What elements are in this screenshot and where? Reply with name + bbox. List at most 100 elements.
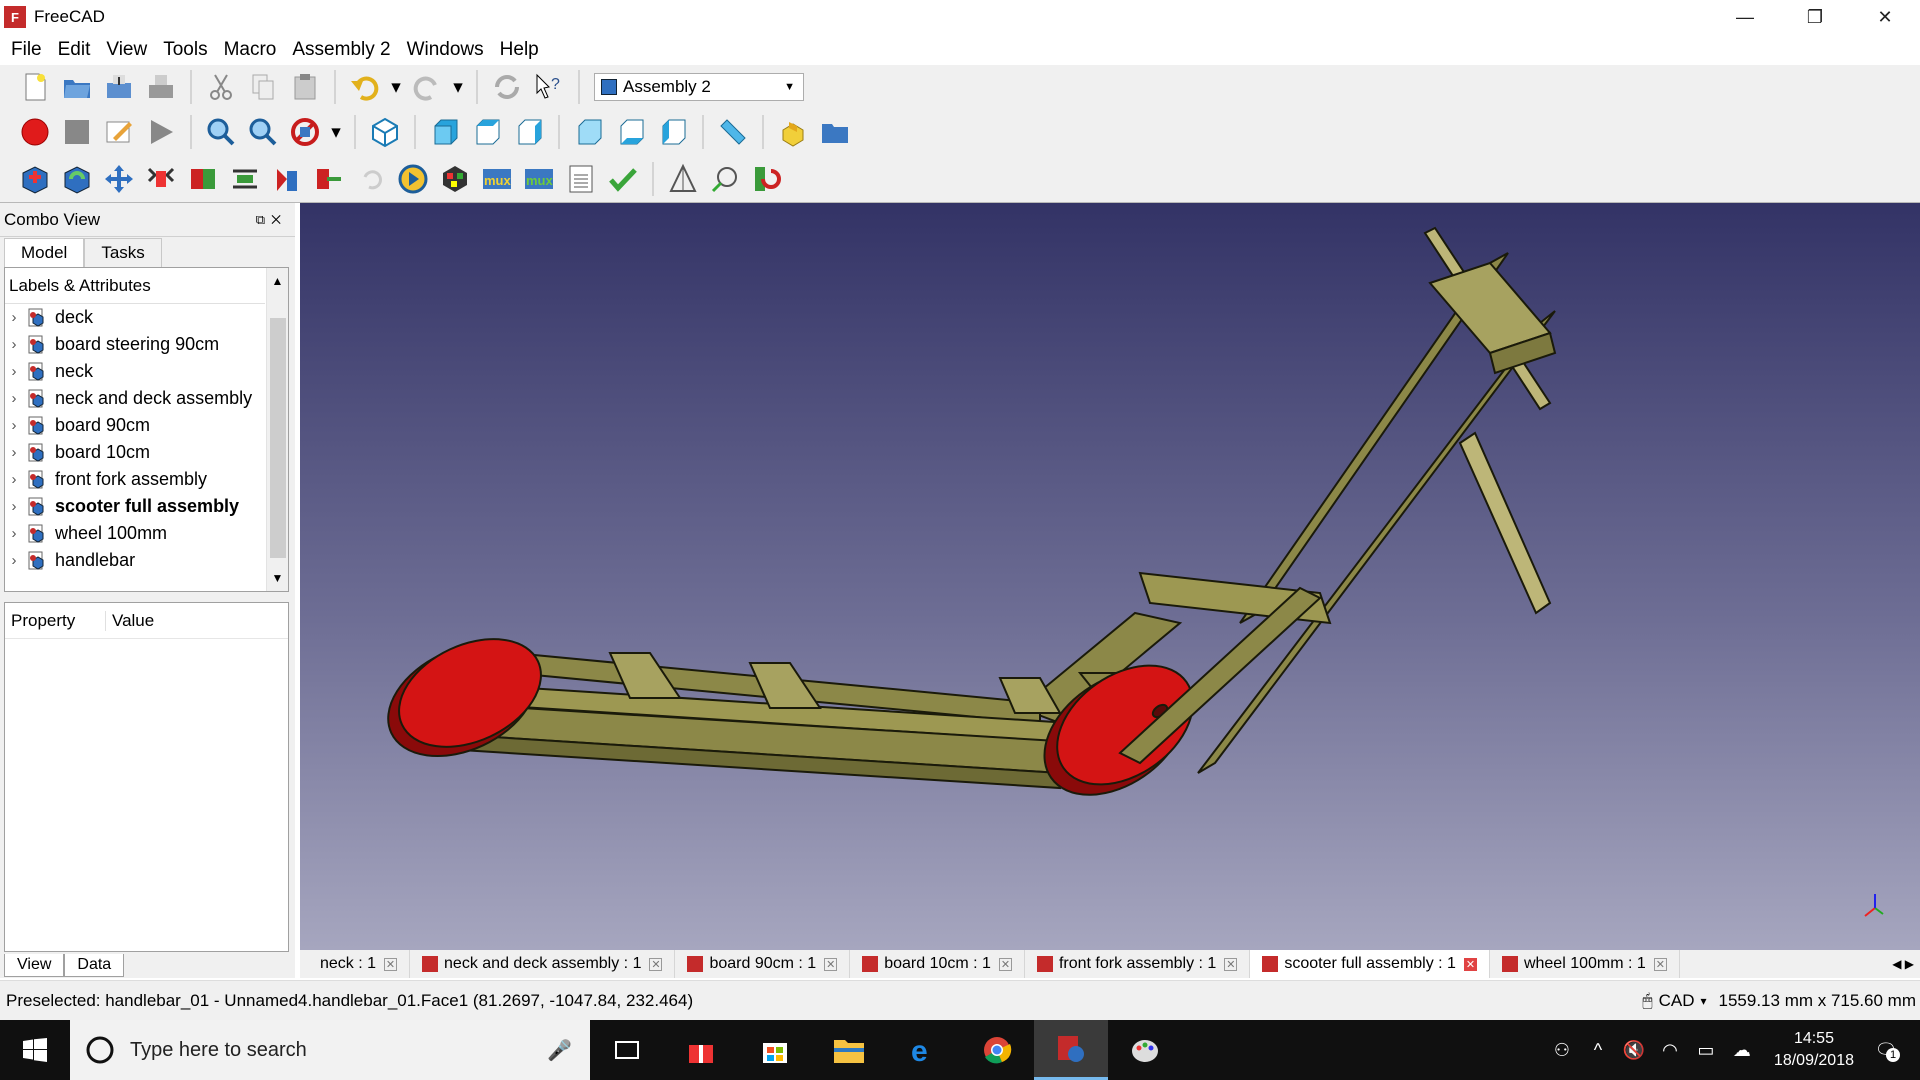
view-isometric-icon[interactable]	[367, 114, 403, 150]
save-as-icon[interactable]	[143, 69, 179, 105]
chevron-right-icon[interactable]: ›	[7, 498, 21, 515]
navigation-style[interactable]: CAD	[1659, 991, 1695, 1011]
tree-item[interactable]: › board 10cm	[5, 439, 288, 466]
close-tab-icon[interactable]: ✕	[649, 957, 663, 971]
document-tab[interactable]: board 10cm : 1 ✕	[850, 950, 1025, 978]
document-tab[interactable]: board 90cm : 1 ✕	[675, 950, 851, 978]
cut-icon[interactable]	[203, 69, 239, 105]
close-tab-icon[interactable]: ✕	[1463, 957, 1477, 971]
fork-rail-front[interactable]	[1197, 310, 1556, 774]
3d-viewport[interactable]	[300, 203, 1920, 950]
fit-selection-icon[interactable]	[245, 114, 281, 150]
tab-model[interactable]: Model	[4, 238, 85, 267]
tree-item[interactable]: › deck	[5, 304, 288, 331]
sphere-constraint-icon[interactable]	[707, 161, 743, 197]
edge-browser-icon[interactable]: e	[886, 1020, 960, 1080]
record-macro-icon[interactable]	[17, 114, 53, 150]
undo-constraint-icon[interactable]	[353, 161, 389, 197]
move-part-icon[interactable]	[101, 161, 137, 197]
plane-constraint-icon[interactable]	[185, 161, 221, 197]
chevron-right-icon[interactable]: ›	[7, 525, 21, 542]
menu-assembly2[interactable]: Assembly 2	[284, 39, 398, 61]
menu-edit[interactable]: Edit	[50, 39, 99, 61]
taskbar-search-box[interactable]: Type here to search 🎤	[70, 1020, 590, 1080]
document-tab[interactable]: wheel 100mm : 1 ✕	[1490, 950, 1680, 978]
duplicate-part-icon[interactable]	[143, 161, 179, 197]
save-icon[interactable]	[101, 69, 137, 105]
onedrive-icon[interactable]: ☁	[1724, 1040, 1760, 1061]
minimize-button[interactable]: —	[1710, 0, 1780, 34]
paste-icon[interactable]	[287, 69, 323, 105]
tree-item[interactable]: › neck and deck assembly	[5, 385, 288, 412]
tree-item[interactable]: › wheel 100mm	[5, 520, 288, 547]
chevron-right-icon[interactable]: ›	[7, 471, 21, 488]
menu-help[interactable]: Help	[492, 39, 547, 61]
whats-this-icon[interactable]: ?	[531, 69, 567, 105]
tree-item[interactable]: › board 90cm	[5, 412, 288, 439]
undock-icon[interactable]: ⧉	[256, 212, 271, 227]
stop-macro-icon[interactable]	[59, 114, 95, 150]
scroll-up-icon[interactable]: ▲	[267, 274, 288, 288]
tab-scroll-arrows-icon[interactable]: ◀ ▶	[1886, 957, 1920, 971]
menu-macro[interactable]: Macro	[216, 39, 285, 61]
freecad-taskbar-icon[interactable]	[1034, 1020, 1108, 1080]
update-parts-icon[interactable]	[59, 161, 95, 197]
chevron-down-icon[interactable]: ▾	[1700, 994, 1706, 1008]
menu-tools[interactable]: Tools	[155, 39, 215, 61]
tree-item[interactable]: › board steering 90cm	[5, 331, 288, 358]
view-bottom-icon[interactable]	[613, 114, 649, 150]
parts-list-icon[interactable]	[563, 161, 599, 197]
tree-item[interactable]: › neck	[5, 358, 288, 385]
tree-scrollbar[interactable]: ▲ ▼	[266, 268, 288, 591]
start-button[interactable]	[0, 1020, 70, 1080]
undo-dropdown-icon[interactable]: ▾	[389, 69, 403, 105]
muxer-color-icon[interactable]: mux	[521, 161, 557, 197]
part-icon[interactable]	[775, 114, 811, 150]
chrome-icon[interactable]	[960, 1020, 1034, 1080]
document-tab[interactable]: neck and deck assembly : 1 ✕	[410, 950, 676, 978]
view-top-icon[interactable]	[469, 114, 505, 150]
tree-item[interactable]: › handlebar	[5, 547, 288, 574]
tab-tasks[interactable]: Tasks	[84, 238, 162, 267]
restore-button[interactable]: ❐	[1780, 0, 1850, 34]
menu-windows[interactable]: Windows	[399, 39, 492, 61]
chevron-right-icon[interactable]: ›	[7, 309, 21, 326]
import-part-icon[interactable]	[17, 161, 53, 197]
close-tab-icon[interactable]: ✕	[384, 957, 398, 971]
draw-style-dropdown-icon[interactable]: ▾	[329, 114, 343, 150]
action-center-icon[interactable]: 🗨 1	[1868, 1040, 1904, 1062]
close-window-button[interactable]: ✕	[1850, 0, 1920, 34]
refresh-icon[interactable]	[489, 69, 525, 105]
animate-constraint-icon[interactable]	[665, 161, 701, 197]
microphone-icon[interactable]: 🎤	[547, 1038, 572, 1063]
view-rear-icon[interactable]	[571, 114, 607, 150]
open-folder-icon[interactable]	[59, 69, 95, 105]
run-macro-icon[interactable]	[143, 114, 179, 150]
axial-constraint-icon[interactable]	[227, 161, 263, 197]
edit-macro-icon[interactable]	[101, 114, 137, 150]
draw-style-icon[interactable]	[287, 114, 323, 150]
document-tab[interactable]: scooter full assembly : 1 ✕	[1250, 950, 1490, 978]
tab-data[interactable]: Data	[64, 954, 125, 977]
chevron-right-icon[interactable]: ›	[7, 444, 21, 461]
gift-app-icon[interactable]	[664, 1020, 738, 1080]
close-panel-icon[interactable]: ✕	[271, 212, 287, 227]
chevron-right-icon[interactable]: ›	[7, 417, 21, 434]
chevron-right-icon[interactable]: ›	[7, 363, 21, 380]
group-folder-icon[interactable]	[817, 114, 853, 150]
wifi-icon[interactable]: ◠	[1652, 1040, 1688, 1061]
close-tab-icon[interactable]: ✕	[824, 957, 838, 971]
check-assembly-icon[interactable]	[605, 161, 641, 197]
workbench-selector[interactable]: Assembly 2 ▼	[594, 73, 804, 101]
tab-view[interactable]: View	[4, 954, 65, 977]
menu-file[interactable]: File	[3, 39, 50, 61]
scrollbar-thumb[interactable]	[270, 318, 286, 558]
redo-dropdown-icon[interactable]: ▾	[451, 69, 465, 105]
view-front-icon[interactable]	[427, 114, 463, 150]
close-tab-icon[interactable]: ✕	[1653, 957, 1667, 971]
clock[interactable]: 14:55 18/09/2018	[1774, 1028, 1854, 1072]
document-tab[interactable]: neck : 1 ✕	[308, 950, 411, 978]
degrees-of-freedom-icon[interactable]	[437, 161, 473, 197]
view-right-icon[interactable]	[511, 114, 547, 150]
chevron-right-icon[interactable]: ›	[7, 552, 21, 569]
